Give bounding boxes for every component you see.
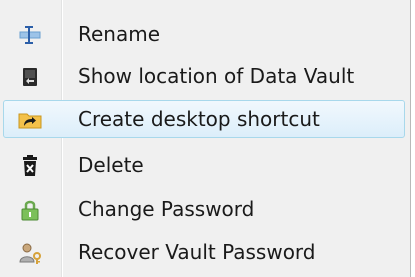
menu-item-label: Show location of Data Vault xyxy=(78,64,355,88)
menu-item-label: Create desktop shortcut xyxy=(78,107,320,131)
menu-item-rename[interactable]: Rename xyxy=(3,15,405,53)
menu-item-label: Rename xyxy=(78,22,161,46)
menu-item-delete[interactable]: Delete xyxy=(3,146,405,184)
menu-item-show-location[interactable]: Show location of Data Vault xyxy=(3,57,405,95)
context-menu: Rename Show location of Data Vault Creat… xyxy=(0,0,411,277)
menu-item-label: Change Password xyxy=(78,197,255,221)
rename-cursor-icon xyxy=(17,24,43,46)
user-key-icon xyxy=(17,242,43,264)
trash-icon xyxy=(17,155,43,177)
menu-item-change-password[interactable]: Change Password xyxy=(3,190,405,228)
vault-location-icon xyxy=(17,66,43,88)
padlock-icon xyxy=(17,199,43,221)
menu-item-create-desktop-shortcut[interactable]: Create desktop shortcut xyxy=(3,100,405,138)
menu-item-label: Recover Vault Password xyxy=(78,240,316,264)
folder-shortcut-icon xyxy=(17,109,43,131)
menu-item-label: Delete xyxy=(78,153,144,177)
menu-item-recover-vault-password[interactable]: Recover Vault Password xyxy=(3,233,405,271)
